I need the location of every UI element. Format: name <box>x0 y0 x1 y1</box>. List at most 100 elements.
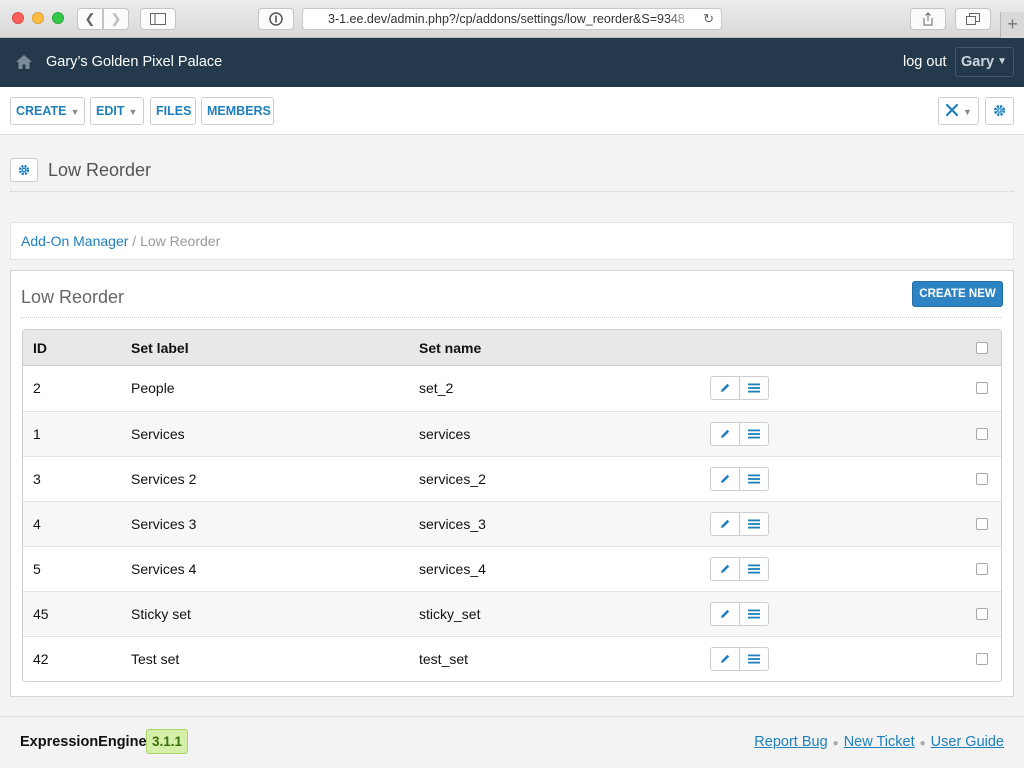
sidebar-icon <box>150 13 166 25</box>
reorder-list-icon <box>748 564 760 574</box>
reload-icon[interactable]: ↻ <box>703 9 714 29</box>
breadcrumb-current: Low Reorder <box>140 233 221 249</box>
version-badge[interactable]: 3.1.1 <box>146 729 189 754</box>
column-header-set-label[interactable]: Set label <box>131 330 189 366</box>
share-button[interactable] <box>910 8 946 30</box>
table-row: 5 Services 4 services_4 <box>23 546 1001 591</box>
members-button[interactable]: MEMBERS <box>201 97 274 125</box>
cell-id: 42 <box>33 651 49 667</box>
reorder-set-button[interactable] <box>739 423 768 445</box>
cell-id: 4 <box>33 516 41 532</box>
row-checkbox[interactable] <box>976 382 988 394</box>
url-fade <box>667 9 697 29</box>
reorder-set-button[interactable] <box>739 513 768 535</box>
sidebar-toggle-button[interactable] <box>140 8 176 30</box>
reorder-list-icon <box>748 519 760 529</box>
row-toolbox <box>710 376 769 400</box>
row-toolbox <box>710 557 769 581</box>
developer-tools-button[interactable]: ▼ <box>938 97 979 125</box>
reorder-set-button[interactable] <box>739 468 768 490</box>
product-name: ExpressionEngine <box>20 734 147 750</box>
cell-set-label: Services <box>131 426 185 442</box>
site-header: Gary’s Golden Pixel Palace log out Gary … <box>0 38 1024 87</box>
cell-set-name: sticky_set <box>419 606 481 622</box>
pencil-icon <box>721 519 730 528</box>
row-toolbox <box>710 602 769 626</box>
cell-id: 5 <box>33 561 41 577</box>
row-checkbox[interactable] <box>976 653 988 665</box>
edit-set-button[interactable] <box>711 377 739 399</box>
cell-id: 1 <box>33 426 41 442</box>
site-name-link[interactable]: Gary’s Golden Pixel Palace <box>46 54 222 70</box>
pencil-icon <box>721 474 730 483</box>
report-bug-link[interactable]: Report Bug <box>754 734 827 750</box>
row-checkbox[interactable] <box>976 563 988 575</box>
reorder-set-button[interactable] <box>739 377 768 399</box>
user-name: Gary <box>961 54 995 70</box>
user-guide-link[interactable]: User Guide <box>931 734 1004 750</box>
row-toolbox <box>710 467 769 491</box>
breadcrumb-addon-manager-link[interactable]: Add-On Manager <box>21 233 128 249</box>
table-header: ID Set label Set name <box>23 330 1001 366</box>
edit-set-button[interactable] <box>711 423 739 445</box>
edit-label: EDIT <box>96 104 125 118</box>
browser-toolbar: ❮ ❯ 3-1.ee.dev/admin.php?/cp/addons/sett… <box>0 0 1024 38</box>
column-header-id[interactable]: ID <box>33 330 47 366</box>
settings-button[interactable] <box>985 97 1014 125</box>
reorder-set-button[interactable] <box>739 558 768 580</box>
cell-set-name: services <box>419 426 471 442</box>
row-checkbox[interactable] <box>976 473 988 485</box>
user-menu-button[interactable]: Gary ▼ <box>955 47 1014 77</box>
cell-set-label: Services 2 <box>131 471 197 487</box>
reorder-list-icon <box>748 429 760 439</box>
panel-title: Low Reorder <box>21 287 125 307</box>
footer-separator: ● <box>832 738 839 749</box>
create-new-button[interactable]: CREATE NEW <box>912 281 1003 307</box>
tabs-icon <box>966 13 980 25</box>
edit-set-button[interactable] <box>711 468 739 490</box>
edit-menu-button[interactable]: EDIT ▼ <box>90 97 144 125</box>
new-ticket-link[interactable]: New Ticket <box>844 734 915 750</box>
sets-panel: Low Reorder CREATE NEW ID Set label Set … <box>10 270 1014 697</box>
url-text: 3-1.ee.dev/admin.php?/cp/addons/settings… <box>328 12 685 26</box>
share-icon <box>923 12 933 26</box>
reorder-set-button[interactable] <box>739 648 768 670</box>
table-row: 1 Services services <box>23 411 1001 456</box>
back-button[interactable]: ❮ <box>77 8 103 30</box>
minimize-window-button[interactable] <box>32 12 44 24</box>
gear-icon <box>993 104 1006 117</box>
gear-icon <box>18 164 30 176</box>
row-checkbox[interactable] <box>976 518 988 530</box>
close-window-button[interactable] <box>12 12 24 24</box>
cell-set-label: Services 3 <box>131 516 197 532</box>
zoom-window-button[interactable] <box>52 12 64 24</box>
table-row: 45 Sticky set sticky_set <box>23 591 1001 636</box>
new-tab-button[interactable]: + <box>1000 12 1024 38</box>
files-button[interactable]: FILES <box>150 97 196 125</box>
edit-set-button[interactable] <box>711 648 739 670</box>
row-checkbox[interactable] <box>976 428 988 440</box>
site-info-button[interactable] <box>258 8 294 30</box>
logout-link[interactable]: log out <box>903 54 947 70</box>
home-icon[interactable] <box>15 53 33 71</box>
wrench-screwdriver-icon <box>945 103 959 117</box>
chevron-down-icon: ▼ <box>128 107 138 117</box>
create-menu-button[interactable]: CREATE ▼ <box>10 97 85 125</box>
reorder-set-button[interactable] <box>739 603 768 625</box>
edit-set-button[interactable] <box>711 603 739 625</box>
select-all-checkbox[interactable] <box>976 342 988 354</box>
addon-settings-button[interactable] <box>10 158 38 182</box>
address-bar[interactable]: 3-1.ee.dev/admin.php?/cp/addons/settings… <box>302 8 722 30</box>
edit-set-button[interactable] <box>711 558 739 580</box>
chevron-down-icon: ▼ <box>963 107 972 117</box>
reorder-list-icon <box>748 654 760 664</box>
main-toolbar: CREATE ▼ EDIT ▼ FILES MEMBERS ▼ <box>0 87 1024 135</box>
edit-set-button[interactable] <box>711 513 739 535</box>
column-header-set-name[interactable]: Set name <box>419 330 481 366</box>
sets-table: ID Set label Set name 2 People set_2 1 Servi… <box>22 329 1002 682</box>
show-tabs-button[interactable] <box>955 8 991 30</box>
row-checkbox[interactable] <box>976 608 988 620</box>
table-row: 3 Services 2 services_2 <box>23 456 1001 501</box>
cell-id: 45 <box>33 606 49 622</box>
forward-button[interactable]: ❯ <box>103 8 129 30</box>
